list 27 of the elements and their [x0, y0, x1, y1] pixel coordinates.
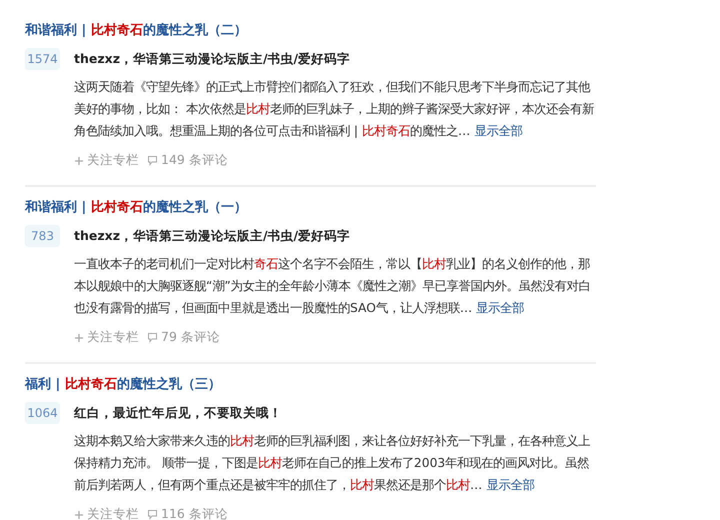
article-excerpt: 这期本鹅又给大家带来久违的比村老师的巨乳福利图，来让各位好好补充一下乳量，在各种意义上保持精力充沛。 顺带一提，下图是比村老师在自己的推上发布了2003年和现在的画风对比。虽然前后判若两人，但有两个重点还是被牢牢的抓住了，比村果然还是那个比村… 显示全部: [74, 433, 591, 494]
author-line: 红白，最近忙年后见，不要取关哦！: [74, 404, 283, 422]
comments-button[interactable]: 116 条评论: [147, 506, 228, 520]
plus-icon: [74, 332, 84, 342]
author-line: thezxz，华语第三动漫论坛版主/书虫/爱好码字: [74, 227, 352, 245]
vote-count[interactable]: 783: [25, 225, 60, 247]
speech-bubble-icon: [147, 509, 158, 520]
speech-bubble-icon: [147, 332, 158, 343]
follow-button[interactable]: 关注专栏: [74, 329, 139, 346]
author-line: thezxz，华语第三动漫论坛版主/书虫/爱好码字: [74, 50, 352, 68]
article-title[interactable]: 福利 | 比村奇石的魔性之乳（三）: [25, 374, 596, 396]
article-title[interactable]: 和谐福利 | 比村奇石的魔性之乳（一）: [25, 197, 596, 219]
show-all-link[interactable]: 显示全部: [474, 124, 522, 138]
article-excerpt: 一直收本子的老司机们一定对比村奇石这个名字不会陌生，常以【比村乳业】的名义创作的他，那本以舰娘中的大胸驱逐舰“潮”为女主的全年龄小薄本《魔性之潮》早已享誉国内外。虽然没有对白也没有露骨的描写，但画面中里就是透出一股魔性的SAO气，让人浮想联… 显示全部: [74, 256, 592, 317]
speech-bubble-icon: [147, 155, 158, 166]
follow-button[interactable]: 关注专栏: [74, 152, 139, 169]
article-excerpt: 这两天随着《守望先锋》的正式上市臂控们都陷入了狂欢，但我们不能只思考下半身而忘记了其他美好的事物，比如： 本次依然是比村老师的巨乳妹子，上期的辫子酱深受大家好评，本次还会有新角色陆续加入哦。想重温上期的各位可点击和谐福利 | 比村奇石的魔性之… 显示全部: [74, 79, 595, 140]
article-title[interactable]: 和谐福利 | 比村奇石的魔性之乳（二）: [25, 20, 596, 42]
plus-icon: [74, 510, 84, 520]
vote-count[interactable]: 1064: [25, 402, 60, 424]
vote-count[interactable]: 1574: [25, 48, 60, 70]
show-all-link[interactable]: 显示全部: [476, 301, 524, 315]
plus-icon: [74, 156, 84, 166]
show-all-link[interactable]: 显示全部: [486, 478, 534, 492]
follow-button[interactable]: 关注专栏: [74, 506, 139, 520]
comments-button[interactable]: 149 条评论: [147, 152, 228, 169]
comments-button[interactable]: 79 条评论: [147, 329, 220, 346]
